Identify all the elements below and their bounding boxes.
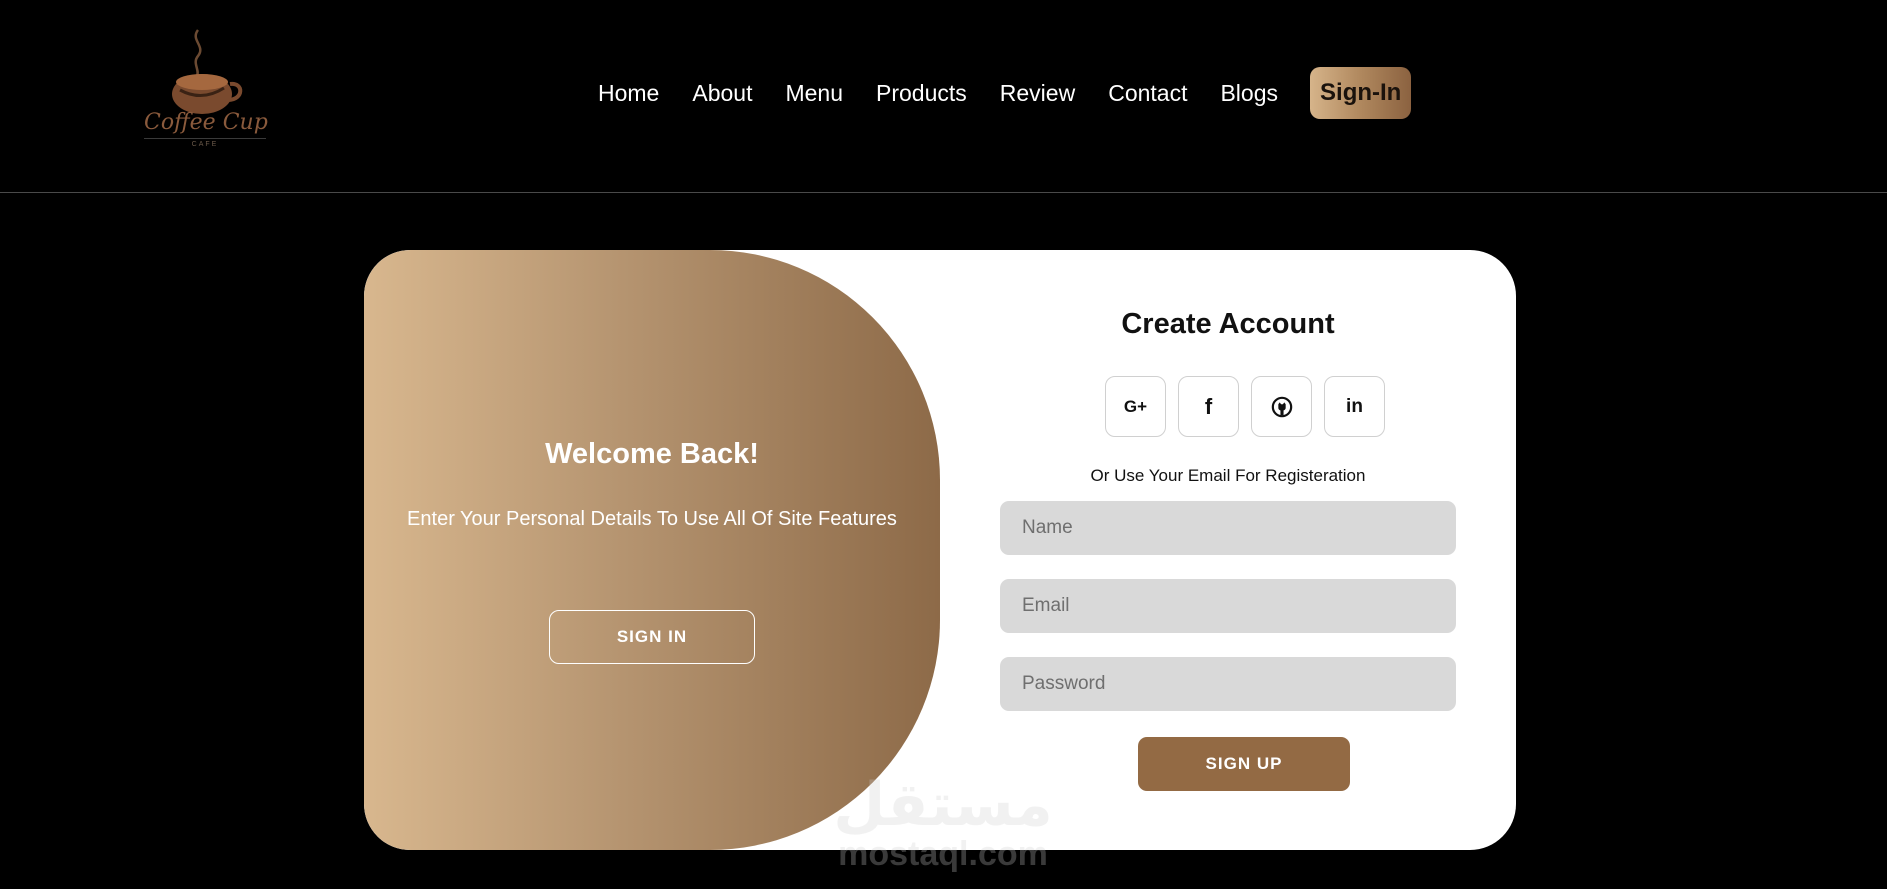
email-field[interactable]	[1000, 579, 1456, 633]
welcome-panel: Welcome Back! Enter Your Personal Detail…	[364, 250, 940, 850]
email-registration-hint: Or Use Your Email For Registeration	[1090, 466, 1366, 485]
logo-wordmark: Coffee Cup	[144, 110, 268, 135]
create-account-title: Create Account	[1121, 308, 1335, 340]
sign-up-button[interactable]: SIGN UP	[1138, 737, 1350, 791]
welcome-text: Enter Your Personal Details To Use All O…	[407, 508, 897, 530]
nav-home[interactable]: Home	[598, 80, 659, 107]
facebook-button[interactable]: f	[1178, 376, 1239, 437]
nav-blogs[interactable]: Blogs	[1220, 80, 1278, 107]
coffee-cup-logo-icon	[172, 29, 243, 114]
main-nav: Home About Menu Products Review Contact …	[598, 66, 1412, 120]
nav-review[interactable]: Review	[1000, 80, 1075, 107]
linkedin-button[interactable]: in	[1324, 376, 1385, 437]
site-logo[interactable]: Coffee Cup CAFE	[140, 28, 270, 152]
github-icon	[1271, 396, 1292, 417]
linkedin-icon: in	[1346, 395, 1363, 417]
register-panel: Create Account G+ f in Or Use Your Email…	[940, 250, 1516, 850]
facebook-icon: f	[1204, 393, 1213, 419]
google-plus-icon: G+	[1123, 396, 1148, 416]
nav-contact[interactable]: Contact	[1108, 80, 1187, 107]
google-plus-button[interactable]: G+	[1105, 376, 1166, 437]
welcome-title: Welcome Back!	[545, 438, 759, 470]
auth-card: Welcome Back! Enter Your Personal Detail…	[364, 250, 1516, 850]
header-signin-button[interactable]: Sign-In	[1310, 67, 1412, 119]
name-field[interactable]	[1000, 501, 1456, 555]
site-header: Coffee Cup CAFE Home About Menu Products…	[0, 0, 1887, 193]
sign-in-button[interactable]: SIGN IN	[549, 610, 755, 664]
social-login-group: G+ f in	[1105, 376, 1397, 437]
nav-about[interactable]: About	[692, 80, 752, 107]
password-field[interactable]	[1000, 657, 1456, 711]
nav-menu[interactable]: Menu	[785, 80, 843, 107]
nav-products[interactable]: Products	[876, 80, 967, 107]
github-button[interactable]	[1251, 376, 1312, 437]
logo-tagline: CAFE	[144, 138, 266, 148]
